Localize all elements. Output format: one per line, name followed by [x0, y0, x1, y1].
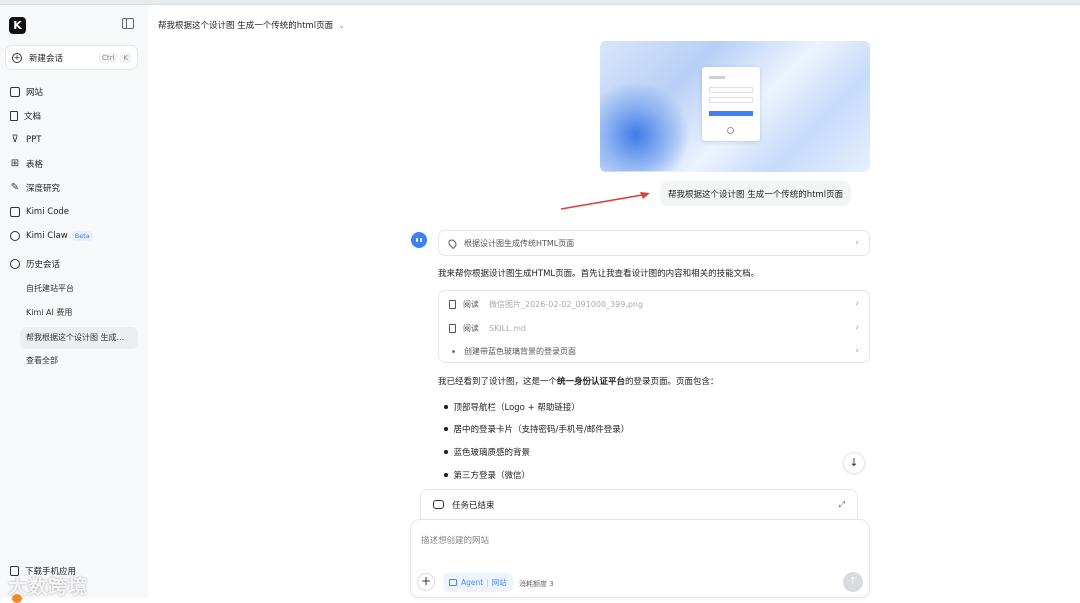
table-icon: ⊞ [10, 158, 20, 169]
summary-post: 的登录页面。页面包含： [625, 377, 719, 387]
send-button[interactable]: ↑ [843, 572, 863, 592]
sidebar-item-label: 网站 [26, 88, 44, 98]
sidebar-item-label: 表格 [26, 160, 44, 170]
sidebar-item-document[interactable]: 文档 [10, 108, 41, 124]
step-file: SKILL.md [489, 323, 527, 333]
plus-circle-icon: + [12, 52, 22, 63]
sidebar-item-history[interactable]: 历史会话 [10, 256, 60, 272]
assistant-intro: 我来帮你根据设计图生成HTML页面。首先让我查看设计图的内容和相关的技能文档。 [438, 269, 760, 279]
kimi-avatar-icon [411, 232, 427, 248]
chevron-right-icon: › [855, 238, 859, 248]
sidebar: K + 新建会话 Ctrl K 网站 文档 ⊽ PPT ⊞ 表格 ✎ 深度研究 … [0, 5, 148, 603]
sidebar-item-label: Kimi Code [26, 207, 70, 217]
chat-title[interactable]: 帮我根据这个设计图 生成一个传统的html页面 ⌄ [158, 19, 345, 32]
tool-steps-card: 阅读 微信图片_2026-02-02_091000_399.png › 阅读 S… [438, 290, 870, 363]
history-item[interactable]: 自托建站平台 [26, 283, 74, 294]
history-item[interactable]: Kimi AI 费用 [26, 307, 72, 318]
view-all-history-link[interactable]: 查看全部 [26, 355, 58, 366]
credit-cost: 消耗额度 3 [519, 580, 554, 588]
scroll-to-bottom-button[interactable]: ↓ [843, 452, 865, 474]
website-icon [449, 579, 457, 586]
plan-card[interactable]: 根据设计图生成传统HTML页面 › [438, 230, 870, 256]
list-item: 顶部导航栏（Logo + 帮助链接） [444, 401, 580, 413]
new-chat-label: 新建会话 [29, 53, 64, 64]
beta-badge: Beta [71, 231, 93, 241]
location-pin-icon [446, 237, 459, 249]
sidebar-item-label: 文档 [24, 112, 42, 122]
new-chat-button[interactable]: + 新建会话 Ctrl K [5, 45, 138, 70]
agent-mode-chip[interactable]: Agent | 网站 [443, 573, 513, 592]
step-action: 创建带蓝色玻璃背景的登录页面 [464, 346, 576, 356]
sidebar-item-label: 深度研究 [26, 184, 61, 194]
summary-pre: 我已经看到了设计图，这是一个 [438, 377, 558, 387]
robot-icon [433, 500, 444, 509]
sidebar-item-label: PPT [26, 135, 42, 145]
history-icon [10, 259, 20, 269]
shortcut-hint: Ctrl K [98, 53, 131, 63]
list-item: 居中的登录卡片（支持密码/手机号/邮件登录） [444, 423, 630, 435]
step-action: 阅读 [463, 299, 479, 309]
kimi-logo-icon[interactable]: K [9, 17, 26, 34]
list-item: 第三方登录（微信） [444, 469, 531, 481]
image-login-card [702, 67, 760, 141]
claw-icon [10, 231, 20, 241]
user-avatar[interactable] [12, 594, 22, 603]
sidebar-item-website[interactable]: 网站 [10, 84, 43, 100]
document-icon [10, 111, 18, 121]
shortcut-k: K [120, 53, 131, 63]
collapse-sidebar-icon[interactable] [122, 18, 134, 29]
task-status-text: 任务已结束 [452, 500, 495, 511]
sidebar-item-kimi-claw[interactable]: Kimi Claw Beta [10, 228, 93, 244]
file-icon [449, 299, 456, 309]
chevron-right-icon: › [855, 346, 859, 356]
bullet-dot-icon [452, 349, 455, 353]
sidebar-item-label: Kimi Claw [26, 231, 68, 241]
red-arrow-annotation [560, 192, 650, 210]
summary-bold: 统一身份认证平台 [557, 377, 626, 387]
task-status-bar[interactable]: 任务已结束 ⤢ [420, 489, 858, 519]
step-file: 微信图片_2026-02-02_091000_399.png [489, 299, 644, 309]
message-input-box[interactable]: 描述想创建的网站 + Agent | 网站 消耗额度 3 ↑ [410, 519, 870, 598]
chevron-down-icon: ⌄ [338, 20, 345, 30]
agent-label: Agent [461, 578, 484, 587]
website-icon [10, 87, 20, 97]
step-create-page[interactable]: 创建带蓝色玻璃背景的登录页面 › [449, 344, 859, 358]
user-message-bubble: 帮我根据这个设计图 生成一个传统的html页面 [660, 181, 852, 206]
code-icon [10, 207, 20, 217]
ppt-icon: ⊽ [11, 134, 19, 145]
expand-icon[interactable]: ⤢ [839, 500, 845, 510]
add-attachment-button[interactable]: + [417, 573, 435, 591]
attached-design-image[interactable] [600, 41, 870, 172]
chat-main: 帮我根据这个设计图 生成一个传统的html页面 ⌄ 帮我根据这个设计图 生成一个… [148, 5, 1080, 598]
step-action: 阅读 [463, 323, 479, 333]
image-wave-shape [600, 81, 690, 171]
input-placeholder[interactable]: 描述想创建的网站 [421, 534, 489, 546]
history-item-active[interactable]: 帮我根据这个设计图 生成... [26, 332, 124, 343]
chevron-right-icon: › [855, 323, 859, 333]
chat-title-text: 帮我根据这个设计图 生成一个传统的html页面 [158, 21, 334, 31]
sidebar-item-table[interactable]: ⊞ 表格 [10, 156, 43, 172]
mode-label: 网站 [491, 578, 507, 587]
file-icon [449, 323, 456, 333]
step-read-skill[interactable]: 阅读 SKILL.md › [449, 321, 859, 335]
plan-card-text: 根据设计图生成传统HTML页面 [464, 238, 575, 248]
sidebar-item-label: 历史会话 [26, 260, 61, 270]
sidebar-item-kimi-code[interactable]: Kimi Code [10, 204, 69, 220]
chevron-right-icon: › [855, 299, 859, 309]
step-read-image[interactable]: 阅读 微信图片_2026-02-02_091000_399.png › [449, 297, 859, 311]
sidebar-item-research[interactable]: ✎ 深度研究 [10, 180, 60, 196]
sidebar-item-ppt[interactable]: ⊽ PPT [10, 132, 41, 148]
list-item: 蓝色玻璃质感的背景 [444, 446, 531, 458]
research-icon: ✎ [10, 182, 20, 193]
assistant-summary: 我已经看到了设计图，这是一个统一身份认证平台的登录页面。页面包含： [438, 375, 719, 387]
shortcut-ctrl: Ctrl [98, 53, 118, 63]
